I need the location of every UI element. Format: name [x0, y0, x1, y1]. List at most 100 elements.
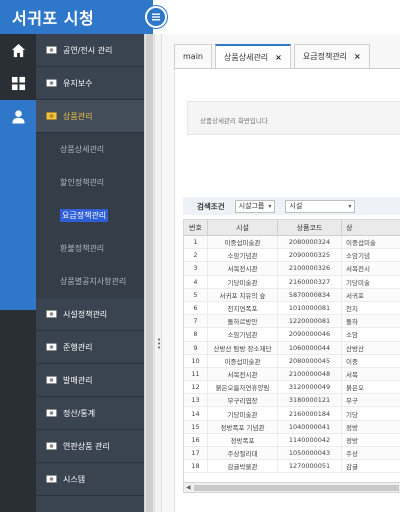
- table-cell: 이중섭미술관: [208, 354, 278, 367]
- table-row[interactable]: 8 소암기념관 2090000046 소암: [184, 328, 400, 342]
- table-cell: 2160000184: [278, 407, 342, 420]
- tab-product-detail[interactable]: 상품상세관리 ×: [215, 44, 291, 68]
- money-icon: [46, 79, 57, 87]
- table-row[interactable]: 1 이중섭미술관 2080000324 이중섭미술: [184, 236, 400, 250]
- table-cell: 18: [184, 460, 208, 473]
- logo[interactable]: 서귀포 시청: [0, 0, 153, 34]
- scrollbar-thumb[interactable]: [194, 485, 399, 491]
- table-cell: 2: [184, 249, 208, 262]
- table-cell: 감귤: [342, 460, 400, 472]
- column-header[interactable]: 상품코드: [278, 220, 342, 235]
- app-window: 서귀포 시청 공연/전시 관리 유지보수 상품관리 상품상세관리 할인정책관리 …: [0, 0, 400, 512]
- menu-system[interactable]: 시스템: [36, 463, 144, 496]
- rail-user[interactable]: [0, 100, 36, 310]
- table-row[interactable]: 17 주상절리대 1050000043 주상: [184, 447, 400, 461]
- table-row[interactable]: 11 서복전시관 2100000048 서복: [184, 367, 400, 382]
- table-cell: 1140000042: [278, 433, 342, 446]
- table-row[interactable]: 4 기당미술관 2160000327 기당미술: [184, 275, 400, 289]
- table-cell: 1270000051: [278, 460, 342, 473]
- facility-select[interactable]: 시설 ▾: [285, 199, 356, 213]
- table-cell: 소암기념: [342, 249, 400, 261]
- sidebar: 공연/전시 관리 유지보수 상품관리 상품상세관리 할인정책관리 요금정책관리 …: [36, 34, 144, 512]
- table-row[interactable]: 2 소암기념관 2090000325 소암기념: [184, 249, 400, 263]
- table-cell: 8: [184, 328, 208, 341]
- table-row[interactable]: 14 기당미술관 2160000184 기당: [184, 407, 400, 421]
- table-cell: 1040000041: [278, 420, 342, 433]
- table-cell: 무구리엽장: [208, 394, 278, 407]
- submenu-fee-policy[interactable]: 요금정책관리: [36, 199, 144, 232]
- submenu-refund-policy[interactable]: 환불정책관리: [36, 232, 144, 265]
- table-cell: 이중섭미술: [342, 236, 400, 248]
- table-row[interactable]: 18 감귤박물관 1270000051 감귤: [184, 460, 400, 474]
- menu-facility-policy[interactable]: 시설정책관리: [36, 298, 144, 331]
- money-icon: [46, 343, 57, 351]
- chevron-down-icon: ▾: [268, 202, 272, 210]
- tab-fee-policy[interactable]: 요금정책관리 ×: [293, 44, 370, 68]
- menu-operation[interactable]: 준행관리: [36, 331, 144, 364]
- table-row[interactable]: 10 이중섭미술관 2080000045 이중: [184, 354, 400, 368]
- table-row[interactable]: 16 정방폭포 1140000042 정방: [184, 433, 400, 447]
- close-icon[interactable]: ×: [354, 52, 361, 61]
- drag-dots-icon: • • •: [157, 336, 162, 352]
- table-row[interactable]: 6 천지연폭포 1010000081 천지: [184, 301, 400, 316]
- menu-linked-product[interactable]: 연판상품 관리: [36, 430, 144, 463]
- table-cell: 1010000081: [278, 301, 342, 315]
- submenu-product-notice[interactable]: 상품별공지사항관리: [36, 265, 144, 298]
- user-icon: [11, 110, 25, 124]
- table-row[interactable]: 15 정방폭포 기념관 1040000041 정방: [184, 420, 400, 434]
- table-row[interactable]: 12 붉은오름자연휴양림 3120000049 붉은오: [184, 381, 400, 395]
- table-cell: 산방산: [342, 342, 400, 354]
- table-cell: 소암: [342, 328, 400, 340]
- table-cell: 서귀포 치유의 숲: [208, 288, 278, 301]
- table-cell: 돌하르방안: [208, 315, 278, 328]
- menu-product[interactable]: 상품관리: [36, 100, 144, 133]
- tab-panel: 상품상세관리 화면입니다 검색조건 시설그룹 ▾ 시설 ▾ 번호 시설 상품코드…: [174, 69, 400, 512]
- menu-performance[interactable]: 공연/전시 관리: [36, 34, 144, 67]
- sidebar-scrollbar-thumb[interactable]: [146, 34, 153, 512]
- sidebar-scrollbar[interactable]: [144, 34, 154, 512]
- menu-label: 발매관리: [63, 375, 93, 385]
- submenu-discount-policy[interactable]: 할인정책관리: [36, 166, 144, 199]
- table-cell: 2090000325: [278, 249, 342, 262]
- table-cell: 15: [184, 420, 208, 433]
- menu-maintenance[interactable]: 유지보수: [36, 67, 144, 100]
- scroll-left-icon[interactable]: ◀: [186, 484, 191, 491]
- facility-group-select[interactable]: 시설그룹 ▾: [234, 199, 276, 213]
- money-icon: [46, 46, 57, 54]
- menu-toggle-button[interactable]: [145, 6, 167, 28]
- column-header[interactable]: 시설: [208, 220, 278, 235]
- menu-label: 준행관리: [63, 342, 93, 352]
- grid-horizontal-scrollbar[interactable]: ◀: [184, 482, 400, 492]
- money-icon: [46, 310, 57, 318]
- table-cell: 서복전시관: [208, 262, 278, 275]
- table-cell: 정방: [342, 434, 400, 446]
- table-row[interactable]: 9 산방산 탐방 장소재단 1060000044 산방산: [184, 341, 400, 355]
- table-row[interactable]: 7 돌하르방안 1220000081 돌하: [184, 315, 400, 329]
- submenu-product-detail[interactable]: 상품상세관리: [36, 133, 144, 166]
- table-cell: 2090000046: [278, 328, 342, 341]
- table-cell: 기당미술: [342, 276, 400, 288]
- column-header[interactable]: 상: [342, 220, 400, 235]
- rail-grid[interactable]: [0, 67, 36, 100]
- table-cell: 14: [184, 407, 208, 420]
- table-row[interactable]: 5 서귀포 치유의 숲 5870000834 서귀포: [184, 288, 400, 302]
- menu-settlement[interactable]: 정산/통계: [36, 397, 144, 430]
- rail-home[interactable]: [0, 34, 36, 67]
- close-icon[interactable]: ×: [275, 53, 282, 62]
- table-cell: 정방폭포 기념관: [208, 420, 278, 433]
- table-cell: 1050000043: [278, 447, 342, 460]
- table-cell: 천지: [342, 302, 400, 314]
- tab-main[interactable]: main: [174, 44, 212, 68]
- column-header[interactable]: 번호: [184, 220, 208, 235]
- table-cell: 2160000327: [278, 275, 342, 288]
- table-cell: 주상절리대: [208, 447, 278, 460]
- app-title: 서귀포 시청: [12, 9, 95, 28]
- table-row[interactable]: 3 서복전시관 2100000326 서복전시: [184, 262, 400, 276]
- table-cell: 서복전시관: [208, 367, 278, 381]
- table-row[interactable]: 13 무구리엽장 3180000121 무구: [184, 394, 400, 408]
- menu-ticketing[interactable]: 발매관리: [36, 364, 144, 397]
- money-icon: [46, 112, 57, 120]
- money-icon: [46, 442, 57, 450]
- table-cell: 2080000045: [278, 354, 342, 367]
- splitter-handle[interactable]: • • •: [154, 34, 162, 512]
